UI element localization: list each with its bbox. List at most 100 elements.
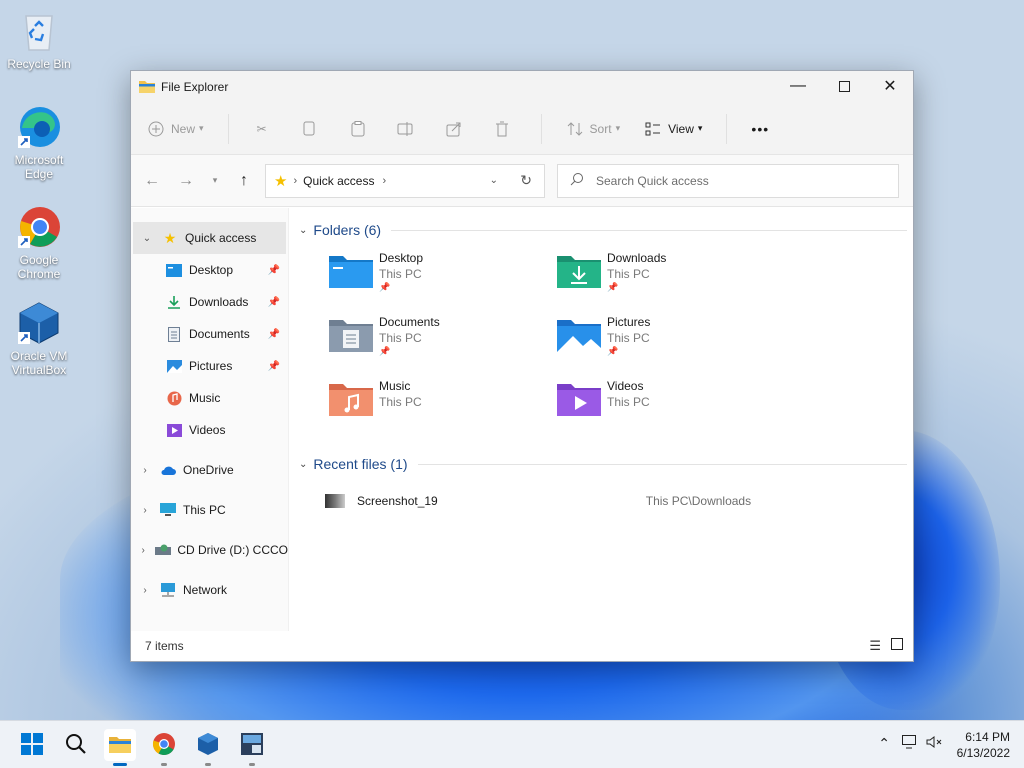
plus-circle-icon	[147, 120, 165, 138]
start-button[interactable]	[16, 729, 48, 761]
folder-location: This PC	[379, 267, 422, 281]
delete-button[interactable]	[493, 120, 517, 138]
taskbar-app[interactable]	[236, 729, 268, 766]
windows-logo-icon	[20, 732, 44, 759]
address-dropdown-icon[interactable]: ⌄	[490, 175, 498, 186]
sidebar-item-music[interactable]: Music	[131, 382, 288, 414]
chevron-right-icon[interactable]: ›	[131, 545, 155, 556]
sidebar-item-desktop[interactable]: Desktop 📌	[131, 254, 288, 286]
sidebar-item-label: This PC	[183, 503, 226, 517]
videos-folder-icon	[557, 380, 601, 418]
chevron-up-icon[interactable]: ⌃	[878, 735, 890, 752]
rename-button[interactable]	[397, 120, 421, 138]
virtualbox-icon	[196, 732, 220, 759]
forward-button[interactable]: →	[169, 172, 203, 190]
sidebar-item-downloads[interactable]: Downloads 📌	[131, 286, 288, 318]
sidebar-item-pictures[interactable]: Pictures 📌	[131, 350, 288, 382]
recent-locations-button[interactable]: ▾	[203, 175, 227, 186]
command-bar: New ▾ ✂ Sort ▾ View ▾ •••	[131, 103, 913, 155]
system-clock[interactable]: 6:14 PM 6/13/2022	[957, 729, 1010, 761]
title-bar[interactable]: File Explorer — ✕	[131, 71, 913, 103]
taskbar-chrome[interactable]	[148, 729, 180, 766]
tiles-view-icon[interactable]	[891, 638, 903, 654]
chevron-right-icon[interactable]: ›	[131, 505, 159, 516]
sidebar-item-label: Network	[183, 583, 228, 597]
chevron-right-icon[interactable]: ›	[131, 465, 159, 476]
display-icon[interactable]	[902, 735, 918, 752]
sort-button[interactable]: Sort ▾	[566, 120, 621, 138]
paste-button[interactable]	[349, 120, 373, 138]
taskbar-file-explorer[interactable]	[104, 729, 136, 766]
desktop-icon-label: Google Chrome	[17, 253, 61, 281]
search-icon	[570, 172, 584, 189]
content-pane: ⌄ Folders (6) Desktop This PC 📌 Download…	[289, 208, 913, 631]
recent-file-row[interactable]: Screenshot_19 This PC\Downloads	[295, 484, 907, 518]
close-button[interactable]: ✕	[867, 71, 913, 101]
folders-section-header[interactable]: ⌄ Folders (6)	[295, 218, 907, 242]
pin-icon: 📌	[267, 328, 280, 340]
sidebar-item-label: Downloads	[189, 295, 249, 309]
search-icon	[65, 733, 87, 758]
sidebar-item-label: Documents	[189, 327, 250, 341]
cd-drive-icon	[155, 542, 172, 558]
window-title: File Explorer	[161, 80, 229, 94]
view-button[interactable]: View ▾	[644, 120, 702, 138]
sidebar-item-label: CD Drive (D:) CCCO	[177, 543, 288, 557]
folder-icon	[139, 79, 155, 96]
running-indicator	[249, 763, 255, 766]
cut-button[interactable]: ✂	[253, 120, 277, 138]
folder-name: Videos	[607, 379, 644, 393]
sidebar-item-documents[interactable]: Documents 📌	[131, 318, 288, 350]
picture-icon	[165, 358, 183, 374]
folder-location: This PC	[379, 331, 422, 345]
sidebar-item-videos[interactable]: Videos	[131, 414, 288, 446]
chevron-down-icon: ▾	[615, 123, 621, 133]
desktop-icon-label: Oracle VM VirtualBox	[10, 349, 68, 377]
image-thumbnail-icon	[325, 494, 345, 508]
search-button[interactable]	[60, 729, 92, 761]
desktop-icon-recycle-bin[interactable]: Recycle Bin	[4, 8, 74, 71]
chevron-right-icon: ›	[382, 174, 387, 187]
folder-tile-videos[interactable]: Videos This PC	[557, 378, 785, 438]
back-button[interactable]: ←	[135, 172, 169, 190]
chevron-down-icon[interactable]: ⌄	[133, 233, 161, 244]
copy-button[interactable]	[301, 120, 325, 138]
folder-location: This PC	[379, 395, 422, 409]
maximize-button[interactable]	[821, 71, 867, 101]
sidebar-item-label: Pictures	[189, 359, 233, 373]
folder-tile-pictures[interactable]: Pictures This PC 📌	[557, 314, 785, 374]
details-view-icon[interactable]: ☰	[869, 638, 881, 654]
refresh-icon[interactable]: ↻	[520, 172, 532, 189]
taskbar-virtualbox[interactable]	[192, 729, 224, 766]
recent-section-header[interactable]: ⌄ Recent files (1)	[295, 452, 907, 476]
desktop-icon-chrome[interactable]: Google Chrome	[4, 204, 74, 281]
new-button[interactable]: New ▾	[147, 120, 204, 138]
address-bar[interactable]: ★ › Quick access › ⌄ ↻	[265, 163, 545, 198]
folder-tile-downloads[interactable]: Downloads This PC 📌	[557, 250, 785, 310]
folder-tile-music[interactable]: Music This PC	[329, 378, 557, 438]
desktop-icon-edge[interactable]: Microsoft Edge	[4, 104, 74, 181]
sidebar-item-cd-drive[interactable]: › CD Drive (D:) CCCO	[131, 534, 288, 566]
chevron-down-icon: ▾	[697, 123, 703, 133]
minimize-button[interactable]: —	[775, 71, 821, 101]
speaker-muted-icon[interactable]	[926, 735, 942, 752]
sidebar-item-label: Videos	[189, 423, 226, 437]
breadcrumb-quick-access[interactable]: Quick access	[303, 174, 374, 188]
folder-tile-desktop[interactable]: Desktop This PC 📌	[329, 250, 557, 310]
running-indicator	[205, 763, 211, 766]
chevron-right-icon[interactable]: ›	[131, 585, 159, 596]
up-button[interactable]: ↑	[227, 172, 261, 190]
folder-location: This PC	[607, 395, 650, 409]
sidebar-item-quick-access[interactable]: ⌄ ★ Quick access	[133, 222, 286, 254]
file-explorer-window: File Explorer — ✕ New ▾ ✂ Sort ▾ View ▾	[130, 70, 914, 662]
folder-tile-documents[interactable]: Documents This PC 📌	[329, 314, 557, 374]
app-icon	[240, 732, 264, 759]
new-label: New	[171, 121, 196, 136]
share-button[interactable]	[445, 120, 469, 138]
sidebar-item-onedrive[interactable]: › OneDrive	[131, 454, 288, 486]
desktop-icon-virtualbox[interactable]: Oracle VM VirtualBox	[4, 300, 74, 377]
sidebar-item-this-pc[interactable]: › This PC	[131, 494, 288, 526]
more-options-button[interactable]: •••	[751, 121, 769, 137]
sidebar-item-network[interactable]: › Network	[131, 574, 288, 606]
search-input[interactable]: Search Quick access	[557, 163, 899, 198]
